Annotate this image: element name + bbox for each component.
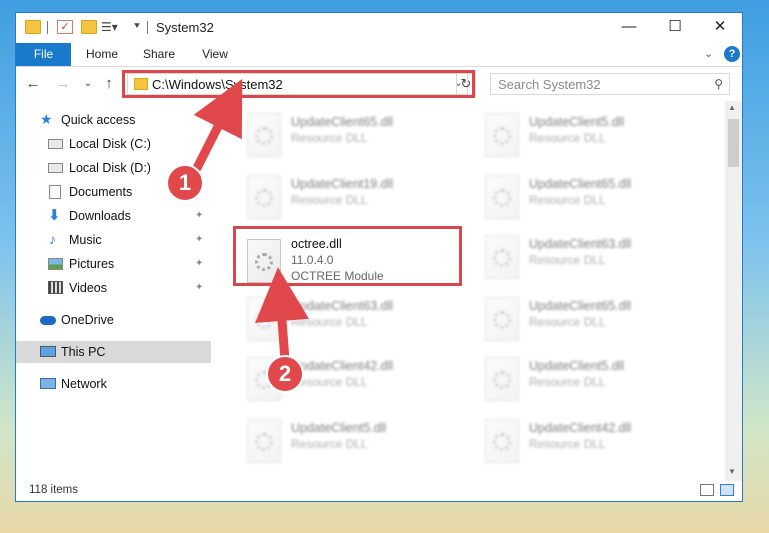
- arrow-2: [255, 267, 309, 365]
- annotation-arrows: [192, 78, 309, 365]
- callout-2: 2: [266, 355, 304, 393]
- callout-1: 1: [166, 164, 204, 202]
- arrow-1: [192, 78, 243, 173]
